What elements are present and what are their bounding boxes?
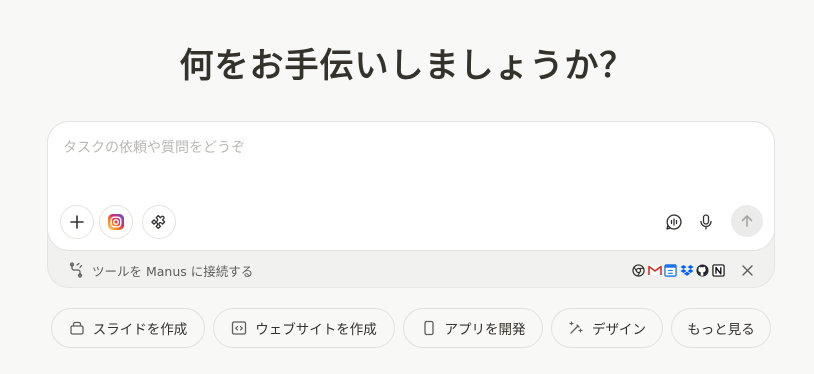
create-website-label: ウェブサイトを作成 — [255, 322, 377, 338]
quick-actions: スライドを作成 ウェブサイトを作成 アプリを開発 デザイン もっと見る — [0, 308, 814, 348]
develop-app-button[interactable]: アプリを開発 — [403, 308, 543, 348]
gmail-icon — [647, 263, 662, 278]
instagram-icon — [108, 214, 124, 230]
puzzle-icon — [151, 214, 166, 230]
plus-icon — [70, 215, 84, 229]
connector-icon — [69, 262, 83, 278]
dropbox-icon — [679, 263, 694, 278]
plugins-button[interactable] — [142, 205, 176, 239]
see-more-button[interactable]: もっと見る — [671, 308, 771, 348]
chrome-icon — [631, 263, 646, 278]
develop-app-label: アプリを開発 — [444, 322, 526, 338]
design-button[interactable]: デザイン — [551, 308, 663, 348]
github-icon — [695, 263, 710, 278]
create-website-button[interactable]: ウェブサイトを作成 — [213, 308, 395, 348]
connected-apps[interactable] — [631, 262, 726, 278]
create-slides-button[interactable]: スライドを作成 — [51, 308, 205, 348]
page-title: 何をお手伝いしましょうか？ — [179, 46, 635, 86]
design-label: デザイン — [592, 322, 646, 338]
voice-waveform-icon — [666, 214, 682, 230]
phone-icon — [423, 320, 434, 336]
create-slides-label: スライドを作成 — [92, 322, 188, 338]
microphone-icon — [700, 214, 712, 230]
microphone-button[interactable] — [692, 208, 720, 236]
arrow-up-icon — [741, 215, 753, 227]
google-calendar-icon — [663, 263, 678, 278]
connect-tools-label: ツールを Manus に接続する — [92, 263, 254, 279]
code-window-icon — [232, 321, 247, 335]
notion-icon — [711, 263, 726, 278]
see-more-label: もっと見る — [687, 322, 755, 338]
send-button[interactable] — [731, 205, 763, 237]
composer-container: ツールを Manus に接続する — [47, 121, 775, 288]
slides-icon — [70, 321, 84, 335]
add-button[interactable] — [60, 205, 94, 239]
close-connect-bar-button[interactable] — [738, 261, 756, 279]
task-input[interactable] — [63, 136, 753, 160]
connect-tools-bar: ツールを Manus に接続する — [48, 252, 774, 288]
voice-mode-button[interactable] — [660, 208, 688, 236]
connect-tools-link[interactable]: ツールを Manus に接続する — [68, 261, 253, 279]
close-icon — [741, 264, 753, 276]
magic-wand-icon — [569, 321, 583, 334]
composer-box — [47, 121, 775, 251]
instagram-button[interactable] — [99, 205, 133, 239]
